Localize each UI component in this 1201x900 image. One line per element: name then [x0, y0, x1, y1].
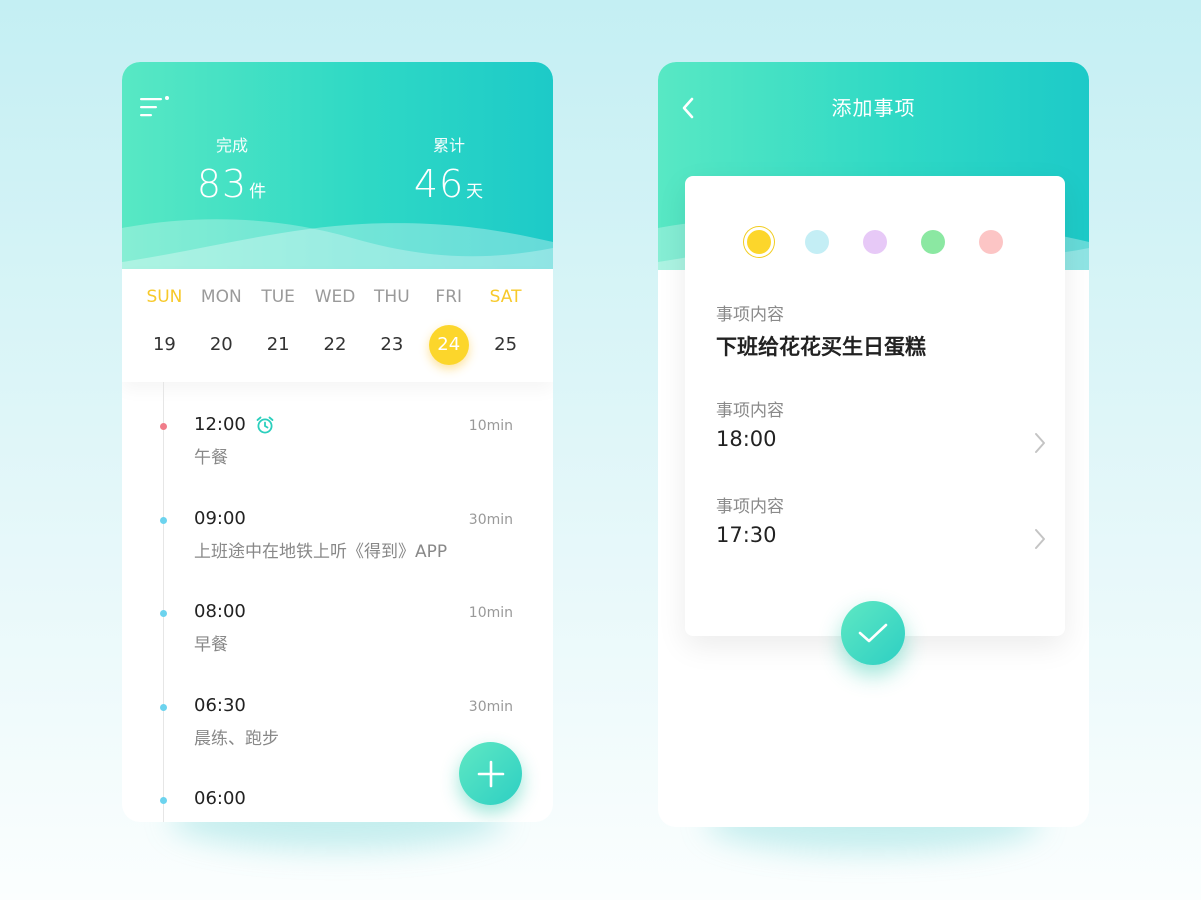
- event-dot: [160, 423, 167, 430]
- check-icon: [858, 623, 888, 643]
- schedule-header: 完成 83 件 累计 46 天: [122, 62, 553, 270]
- event-title: 早餐: [194, 635, 228, 655]
- color-option-cyan[interactable]: [805, 230, 829, 254]
- event-dot: [160, 610, 167, 617]
- day-23[interactable]: 23: [363, 325, 420, 365]
- weekday-fri: FRI: [435, 287, 463, 307]
- stat-total: 累计 46 天: [384, 132, 514, 206]
- color-option-pink[interactable]: [979, 230, 1003, 254]
- weekday-tue: TUE: [261, 287, 295, 307]
- day-22[interactable]: 22: [307, 325, 364, 365]
- stat-completed: 完成 83 件: [167, 132, 297, 206]
- field-label: 事项内容: [716, 401, 784, 421]
- header-waves: [122, 219, 553, 270]
- event-time: 06:00: [194, 788, 246, 809]
- day-19[interactable]: 19: [136, 325, 193, 365]
- timeline-event[interactable]: 09:00 上班途中在地铁上听《得到》APP 30min: [122, 508, 553, 588]
- week-strip: SUN MON TUE WED THU FRI SAT 19 20 21 22 …: [122, 269, 553, 382]
- weekday-mon: MON: [200, 287, 242, 307]
- event-duration: 30min: [468, 699, 513, 715]
- color-option-purple[interactable]: [863, 230, 887, 254]
- event-time: 09:00: [194, 508, 246, 529]
- field-value: 17:30: [716, 523, 777, 547]
- chevron-right-icon: [1035, 529, 1045, 549]
- event-title: 上班途中在地铁上听《得到》APP: [194, 542, 448, 562]
- add-item-screen: 添加事项 事项内容 下班给花花买生日蛋糕 事项内容 18:00 事项内容 17:…: [658, 62, 1089, 827]
- plus-icon: [477, 760, 504, 787]
- event-duration: 10min: [468, 418, 513, 434]
- timeline-event[interactable]: 08:00 早餐 10min: [122, 601, 553, 681]
- field-label: 事项内容: [716, 305, 784, 325]
- weekday-sat: SAT: [489, 287, 522, 307]
- stat-total-label: 累计: [432, 136, 465, 155]
- stat-completed-unit: 件: [249, 182, 268, 202]
- event-duration: 10min: [468, 605, 513, 621]
- field-label: 事项内容: [716, 497, 784, 517]
- chevron-right-icon: [1035, 433, 1045, 453]
- day-21[interactable]: 21: [250, 325, 307, 365]
- alarm-clock-icon: [256, 416, 274, 433]
- event-title: 午餐: [194, 448, 228, 468]
- timeline-event[interactable]: 12:00 午餐 10min: [122, 414, 553, 494]
- event-duration: 30min: [468, 512, 513, 528]
- weekday-wed: WED: [314, 287, 356, 307]
- page-title: 添加事项: [831, 96, 916, 120]
- schedule-screen: 完成 83 件 累计 46 天 SUN MON TUE WED THU FRI SA…: [122, 62, 553, 822]
- weekday-sun: SUN: [146, 287, 183, 307]
- event-dot: [160, 517, 167, 524]
- stat-completed-label: 完成: [215, 136, 248, 155]
- event-title: 晨练、跑步: [194, 729, 279, 749]
- weekday-thu: THU: [374, 287, 410, 307]
- field-value: 下班给花花买生日蛋糕: [716, 335, 926, 359]
- event-time: 06:30: [194, 695, 246, 716]
- color-option-yellow[interactable]: [744, 227, 774, 257]
- stat-completed-value: 83 件: [196, 162, 268, 206]
- stat-total-value: 46 天: [413, 162, 485, 206]
- add-item-card: 事项内容 下班给花花买生日蛋糕 事项内容 18:00 事项内容 17:30: [685, 176, 1065, 636]
- add-event-button[interactable]: [459, 742, 522, 805]
- color-option-green[interactable]: [921, 230, 945, 254]
- confirm-button[interactable]: [841, 601, 905, 665]
- day-numbers: 19 20 21 22 23 24 25: [136, 325, 534, 365]
- item-content-field[interactable]: 事项内容 下班给花花买生日蛋糕: [716, 300, 1046, 361]
- day-25[interactable]: 25: [477, 325, 534, 365]
- event-time: 08:00: [194, 601, 246, 622]
- reminder-time-field[interactable]: 事项内容 17:30: [716, 492, 1046, 549]
- event-dot: [160, 704, 167, 711]
- menu-icon[interactable]: [140, 96, 170, 118]
- stat-total-unit: 天: [466, 182, 485, 202]
- event-dot: [160, 797, 167, 804]
- color-picker: [744, 227, 1037, 257]
- start-time-field[interactable]: 事项内容 18:00: [716, 396, 1046, 453]
- day-24-selected[interactable]: 24: [420, 325, 477, 365]
- field-value: 18:00: [716, 427, 777, 451]
- event-time: 12:00: [194, 414, 275, 435]
- day-20[interactable]: 20: [193, 325, 250, 365]
- weekday-names: SUN MON TUE WED THU FRI SAT: [136, 287, 534, 307]
